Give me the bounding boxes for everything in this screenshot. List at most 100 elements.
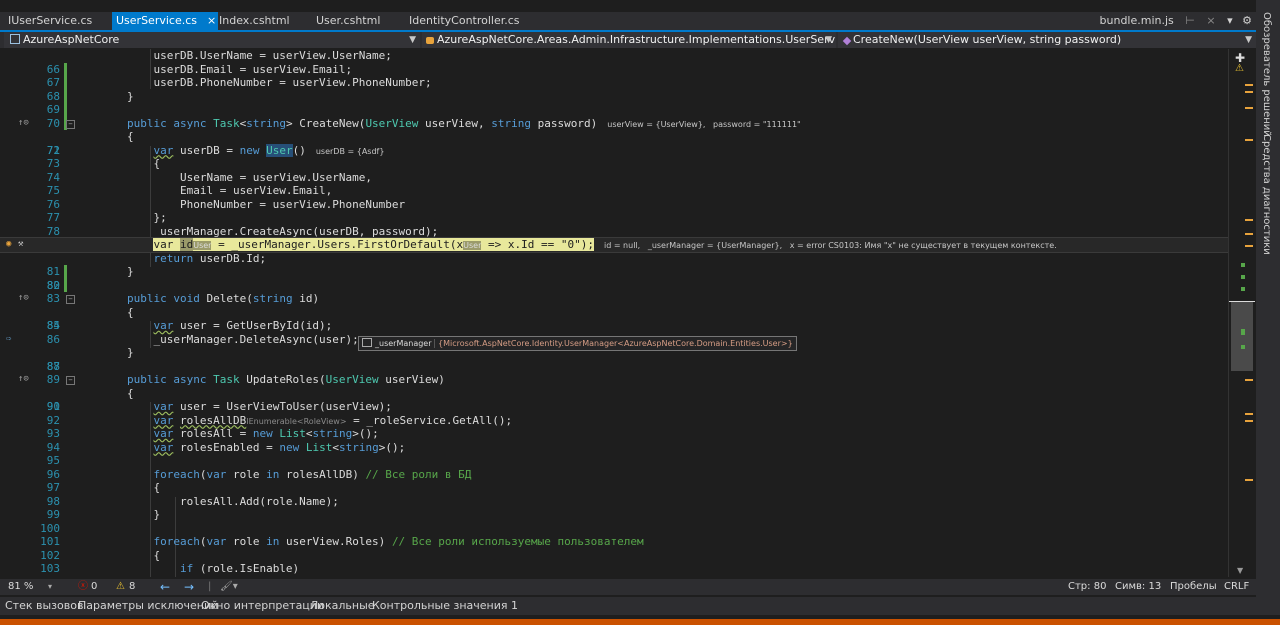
tab-locals[interactable]: Локальные: [310, 597, 375, 615]
expand-icon[interactable]: [362, 338, 372, 347]
code-line: 104 if (role.IsEnable): [40, 562, 300, 577]
code-line: 66 userDB.UserName = userView.UserName;: [46, 49, 392, 76]
code-line: 99 rolesAll.Add(role.Name);: [46, 494, 339, 522]
code-line: 72 {: [46, 130, 134, 157]
code-line: 91 {: [46, 386, 134, 414]
code-line: 89: [46, 373, 60, 386]
code-line: ↑⊙ 90− public async Task UpdateRoles(Use…: [18, 373, 445, 413]
class-dropdown[interactable]: AzureAspNetCore.Areas.Admin.Infrastructu…: [422, 32, 836, 48]
vertical-scrollbar[interactable]: ✚ ⚠ ▼: [1228, 49, 1255, 577]
tab-bundle-min-js[interactable]: bundle.min.js ⊢ × ▾ ⚙: [1100, 12, 1252, 30]
code-line: 81 return userDB.Id;: [46, 251, 267, 279]
zoom-dropdown-icon[interactable]: ▾: [48, 579, 52, 595]
code-line: 79 _userManager.CreateAsync(userDB, pass…: [0, 225, 1228, 252]
code-line: 94 var rolesAll = new List<string>();: [46, 427, 379, 454]
project-dropdown[interactable]: AzureAspNetCore ▼: [4, 32, 420, 48]
code-line: 68 userDB.PhoneNumber = userView.PhoneNu…: [46, 76, 432, 103]
code-line: 73 var userDB = new User() userDB = {Asdf…: [46, 143, 385, 170]
code-line: 67 userDB.Email = userView.Email;: [46, 62, 353, 90]
code-line: 92 var user = UserViewToUser(userView);: [46, 400, 392, 427]
tab-immediate-window[interactable]: Окно интерпретации: [201, 597, 324, 615]
code-line: 69 }: [46, 89, 134, 117]
tab-userservice[interactable]: UserService.cs ×: [112, 12, 218, 30]
warning-count[interactable]: 8: [129, 579, 135, 595]
tab-identitycontroller[interactable]: IdentityController.cs: [409, 12, 520, 30]
references-icon[interactable]: ↑⊙: [18, 373, 29, 387]
indent-mode[interactable]: Пробелы: [1170, 579, 1217, 595]
method-icon: [842, 36, 852, 46]
right-tool-panel: Обозреватель решений Средства диагностик…: [1256, 0, 1280, 600]
project-icon: [10, 34, 20, 44]
current-statement-line: ◉ ⚒ 80 var idUser = _userManager.Users.F…: [0, 237, 1228, 292]
breakpoint-icon[interactable]: ◉: [6, 238, 11, 252]
code-line: ↑⊙ 84− public void Delete(string id): [18, 292, 320, 332]
code-line: 95 var rolesEnabled = new List<string>()…: [46, 440, 406, 468]
references-icon[interactable]: ↑⊙: [18, 292, 29, 306]
code-line: 82 }: [46, 265, 134, 292]
code-line: 78 };: [46, 211, 167, 238]
tab-exception-settings[interactable]: Параметры исключений: [78, 597, 218, 615]
edit-icon: ⚒: [18, 239, 24, 249]
debug-status-strip: [0, 619, 1280, 625]
brush-icon[interactable]: 🖌▾: [220, 579, 238, 595]
tab-close-icon[interactable]: ×: [207, 14, 216, 27]
column-number: Симв: 13: [1115, 581, 1162, 592]
navigation-bar: AzureAspNetCore ▼ AzureAspNetCore.Areas.A…: [0, 32, 1256, 48]
inline-values[interactable]: id = null, _userManager = {UserManager},…: [604, 241, 1057, 250]
warning-icon[interactable]: ⚠: [116, 579, 125, 595]
tab-index-cshtml[interactable]: Index.cshtml: [219, 12, 290, 30]
next-statement-arrow-icon[interactable]: ⇨: [6, 333, 11, 347]
tab-watch-1[interactable]: Контрольные значения 1: [372, 597, 518, 615]
tab-iuserservice[interactable]: IUserService.cs: [8, 12, 92, 30]
datatip-tooltip[interactable]: _userManager {Microsoft.AspNetCore.Ident…: [358, 336, 797, 351]
dropdown-icon[interactable]: ▾: [1227, 14, 1233, 27]
class-icon: [426, 37, 434, 44]
zoom-level[interactable]: 81 %: [8, 579, 33, 595]
gear-icon[interactable]: ⚙: [1242, 14, 1252, 27]
code-line: 75 UserName = userView.UserName,: [46, 170, 373, 198]
navigate-back-icon[interactable]: ←: [160, 579, 170, 595]
error-count[interactable]: 0: [91, 579, 97, 595]
chevron-down-icon: ▼: [825, 35, 832, 45]
code-line: 96: [46, 467, 60, 481]
tab-call-stack[interactable]: Стек вызовов: [5, 597, 83, 615]
editor-status-bar: 81 % ▾ ⓧ 0 ⚠ 8 ← → | 🖌▾ Стр: 80 Симв: 13…: [0, 579, 1256, 595]
code-line: 86 var user = GetUserById(id);: [46, 319, 333, 346]
code-line: 83: [46, 292, 60, 305]
code-line: 85 {: [46, 305, 134, 333]
member-dropdown[interactable]: CreateNew(UserView userView, string pass…: [838, 32, 1256, 48]
navigate-forward-icon[interactable]: →: [184, 579, 194, 595]
code-line: 103 {: [40, 548, 161, 576]
code-line: 76 Email = userView.Email,: [46, 184, 333, 211]
current-statement-highlight: var idUser = _userManager.Users.FirstOrD…: [153, 238, 594, 251]
references-icon[interactable]: ↑⊙: [18, 117, 29, 131]
code-line: 101: [40, 535, 60, 548]
pin-icon[interactable]: ⊢: [1185, 14, 1195, 27]
close-icon[interactable]: ×: [1206, 14, 1215, 27]
inline-values[interactable]: userDB = {Asdf}: [316, 147, 385, 156]
scroll-down-icon[interactable]: ▼: [1237, 566, 1243, 575]
code-editor[interactable]: 66 userDB.UserName = userView.UserName; …: [0, 49, 1228, 577]
code-line: 102 foreach(var role in userView.Roles) …: [40, 535, 644, 562]
document-tab-bar: IUserService.cs UserService.cs × Index.cs…: [0, 12, 1256, 32]
code-line: 74 {: [46, 157, 161, 184]
tab-user-cshtml[interactable]: User.cshtml: [316, 12, 380, 30]
error-icon[interactable]: ⓧ: [78, 579, 88, 595]
code-line: 77 PhoneNumber = userView.PhoneNumber: [46, 197, 406, 225]
warning-icon: ⚠: [1235, 63, 1244, 74]
scrollbar-thumb[interactable]: [1231, 301, 1253, 371]
code-line: 93 var rolesAllDBIEnumerable<RoleView> =…: [46, 413, 513, 441]
diagnostics-tools-tab[interactable]: Средства диагностики: [1261, 134, 1272, 255]
chevron-down-icon: ▼: [1245, 35, 1252, 45]
code-line: 97 foreach(var role in rolesAllDB) // Вс…: [46, 467, 472, 495]
code-line: 70: [0, 103, 1228, 130]
line-number: Стр: 80: [1068, 581, 1107, 592]
line-endings[interactable]: CRLF: [1224, 579, 1249, 595]
solution-explorer-tab[interactable]: Обозреватель решений: [1261, 12, 1272, 137]
code-line: ↑⊙ 71− public async Task<string> CreateN…: [18, 116, 801, 157]
code-line: 100 }: [40, 508, 161, 535]
inline-values[interactable]: userView = {UserView}, password = "11111…: [607, 120, 800, 129]
chevron-down-icon: ▼: [409, 35, 416, 45]
bottom-tool-tabs: Стек вызовов Параметры исключений Окно и…: [0, 597, 1280, 615]
code-line: 98 {: [46, 481, 161, 508]
